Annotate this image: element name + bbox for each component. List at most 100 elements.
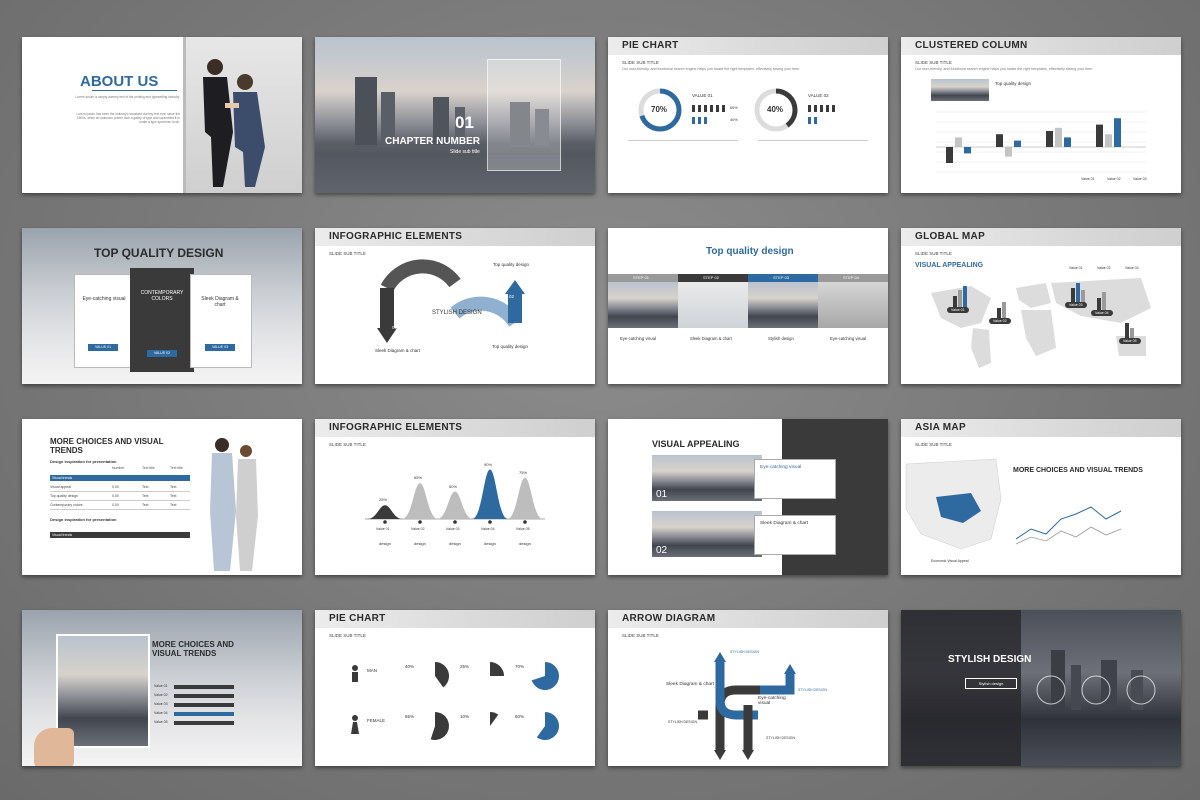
va-title: VISUAL APPEALING bbox=[652, 439, 740, 449]
column-bar bbox=[1114, 118, 1121, 147]
slide-chapter[interactable]: 01 CHAPTER NUMBER Slide sub title bbox=[315, 37, 595, 193]
table-cell: Top quality design bbox=[50, 494, 79, 498]
col-number: Number bbox=[112, 466, 125, 470]
col-text2: Text title bbox=[170, 466, 183, 470]
column-bar bbox=[1064, 137, 1071, 147]
arrow-center-label: STYLISH DESIGN bbox=[432, 310, 482, 316]
table-cell: Text bbox=[142, 485, 149, 489]
mc-row-bar bbox=[174, 721, 234, 725]
mc-row-label: Value 02 bbox=[154, 693, 168, 697]
slide-about-us[interactable]: ABOUT US Lorem Ipsum is simply dummy tex… bbox=[22, 37, 302, 193]
arrow-left-label: Sleek Diagram & chart bbox=[375, 348, 421, 353]
business-people-photo bbox=[202, 431, 262, 571]
map-tag-3: Value 03 bbox=[1065, 302, 1087, 308]
map-tag-1: Value 01 bbox=[947, 307, 969, 313]
pie-percent: 55% bbox=[405, 714, 415, 719]
va-photo-2 bbox=[652, 511, 762, 557]
table-row: Visual appeal 0.00 Text Text bbox=[50, 483, 190, 492]
ad-s3: STYLISH DESIGN bbox=[668, 720, 697, 724]
table-title: MORE CHOICES AND VISUAL TRENDS bbox=[50, 437, 164, 455]
u-arrow-graphic bbox=[377, 259, 525, 343]
card2-button[interactable]: VALUE 02 bbox=[147, 350, 177, 357]
pie2-percent: 40% bbox=[767, 105, 784, 114]
bell-design-word: design bbox=[379, 541, 391, 546]
mc-row-bar bbox=[174, 712, 234, 716]
mc-row-bar bbox=[174, 694, 234, 698]
world-map bbox=[931, 278, 1151, 368]
bell-dot bbox=[383, 520, 387, 524]
table-body: Visual appeal 0.00 Text Text Top quality des… bbox=[50, 483, 190, 510]
slide-arrow-diagram[interactable]: ARROW DIAGRAM SLIDE SUB TITLE Sleek Diag… bbox=[608, 610, 888, 766]
slide-more-choices-photo[interactable]: MORE CHOICES AND VISUAL TRENDS Value 01 V… bbox=[22, 610, 302, 766]
sd-button[interactable]: Stylish design bbox=[965, 678, 1017, 689]
pie-slice bbox=[490, 662, 504, 676]
mc-row-label: Value 04 bbox=[154, 711, 168, 715]
step-label-2: STEP 02 bbox=[703, 275, 719, 280]
table-subtitle-2: Design inspiration for presentation bbox=[50, 517, 117, 522]
slide-grid: ABOUT US Lorem Ipsum is simply dummy tex… bbox=[0, 0, 1200, 800]
bell-design-word: design bbox=[414, 541, 426, 546]
bell-design-word: design bbox=[484, 541, 496, 546]
slide-stylish-design[interactable]: STYLISH DESIGN Stylish design bbox=[901, 610, 1181, 766]
pie2-label: VALUE 02 bbox=[808, 93, 829, 98]
step-cap-3: Stylish design bbox=[768, 336, 794, 341]
table-cell: 0.00 bbox=[112, 485, 119, 489]
slide-steps[interactable]: Top quality design STEP 01 STEP 02 STEP … bbox=[608, 228, 888, 384]
va-card2-title: Sleek Diagram & chart bbox=[760, 521, 808, 526]
pie-slice bbox=[531, 662, 559, 690]
table-cell: Text bbox=[170, 503, 177, 507]
bell-design-word: design bbox=[449, 541, 461, 546]
column-bar bbox=[1105, 134, 1112, 147]
chapter-number: 01 bbox=[455, 113, 474, 132]
tqd-title: TOP QUALITY DESIGN bbox=[94, 246, 224, 260]
slide-infographic-arrows[interactable]: INFOGRAPHIC ELEMENTS SLIDE SUB TITLE STY… bbox=[315, 228, 595, 384]
mc-row: Value 03 bbox=[154, 702, 254, 711]
arrow-top-label: Top quality design bbox=[493, 262, 530, 267]
card3-button[interactable]: VALUE 03 bbox=[205, 344, 235, 351]
card1-button[interactable]: VALUE 01 bbox=[88, 344, 118, 351]
slide-visual-appealing[interactable]: VISUAL APPEALING 01 02 Eye-catching visu… bbox=[608, 419, 888, 575]
mc-row-bar bbox=[174, 703, 234, 707]
mc-row-bar bbox=[174, 685, 234, 689]
legend-60: 60% bbox=[730, 106, 738, 110]
bell-percent: 65% bbox=[414, 475, 423, 481]
bell-value-label: Value 03 bbox=[446, 527, 460, 531]
rule bbox=[758, 140, 868, 141]
column-bar bbox=[1096, 124, 1103, 147]
bell-shape bbox=[472, 469, 508, 519]
slide-infographic-bells[interactable]: INFOGRAPHIC ELEMENTS SLIDE SUB TITLE 25%… bbox=[315, 419, 595, 575]
chapter-title: CHAPTER NUMBER bbox=[385, 136, 480, 147]
bell-dot bbox=[488, 520, 492, 524]
city-night bbox=[1036, 650, 1156, 710]
slide-clustered-column[interactable]: CLUSTERED COLUMN SLIDE SUB TITLE Our use… bbox=[901, 37, 1181, 193]
bell-percent: 25% bbox=[379, 497, 388, 503]
slide-pie-chart[interactable]: PIE CHART SLIDE SUB TITLE Our user-frien… bbox=[608, 37, 888, 193]
slide-table[interactable]: MORE CHOICES AND VISUAL TRENDS Design in… bbox=[22, 419, 302, 575]
step-photo-3 bbox=[748, 282, 818, 328]
table-row: Contemporary colors 0.00 Text Text bbox=[50, 501, 190, 510]
step-cap-2: Sleek Diagram & chart bbox=[690, 336, 732, 341]
column-bar bbox=[946, 147, 953, 163]
bell-value-label: Value 02 bbox=[411, 527, 425, 531]
rule bbox=[628, 140, 738, 141]
slide-pie-gender[interactable]: PIE CHART SLIDE SUB TITLE MAN FEMALE 40%… bbox=[315, 610, 595, 766]
gender-pies bbox=[351, 662, 559, 740]
va-num-1: 01 bbox=[656, 489, 668, 500]
arrow-num-02: 02 bbox=[509, 294, 515, 299]
table-cell: Text bbox=[142, 494, 149, 498]
pie-percent: 70% bbox=[515, 664, 525, 669]
slide-global-map[interactable]: GLOBAL MAP SLIDE SUB TITLE VISUAL APPEAL… bbox=[901, 228, 1181, 384]
slide-top-quality-design[interactable]: TOP QUALITY DESIGN Eye-catching visual C… bbox=[22, 228, 302, 384]
pie-percent: 60% bbox=[515, 714, 525, 719]
about-title: ABOUT US bbox=[80, 73, 159, 90]
table-cell: Text bbox=[170, 494, 177, 498]
column-bar bbox=[955, 137, 962, 147]
va-card1-title: Eye-catching visual bbox=[760, 465, 802, 470]
bell-value-label: Value 05 bbox=[516, 527, 530, 531]
card2-title: CONTEMPORARY COLORS bbox=[140, 290, 184, 302]
bell-shape bbox=[367, 505, 403, 519]
man-icon bbox=[352, 665, 358, 682]
hand bbox=[34, 728, 74, 766]
slide-asia-map[interactable]: ASIA MAP SLIDE SUB TITLE MORE CHOICES AN… bbox=[901, 419, 1181, 575]
card1-title: Eye-catching visual bbox=[82, 296, 126, 302]
